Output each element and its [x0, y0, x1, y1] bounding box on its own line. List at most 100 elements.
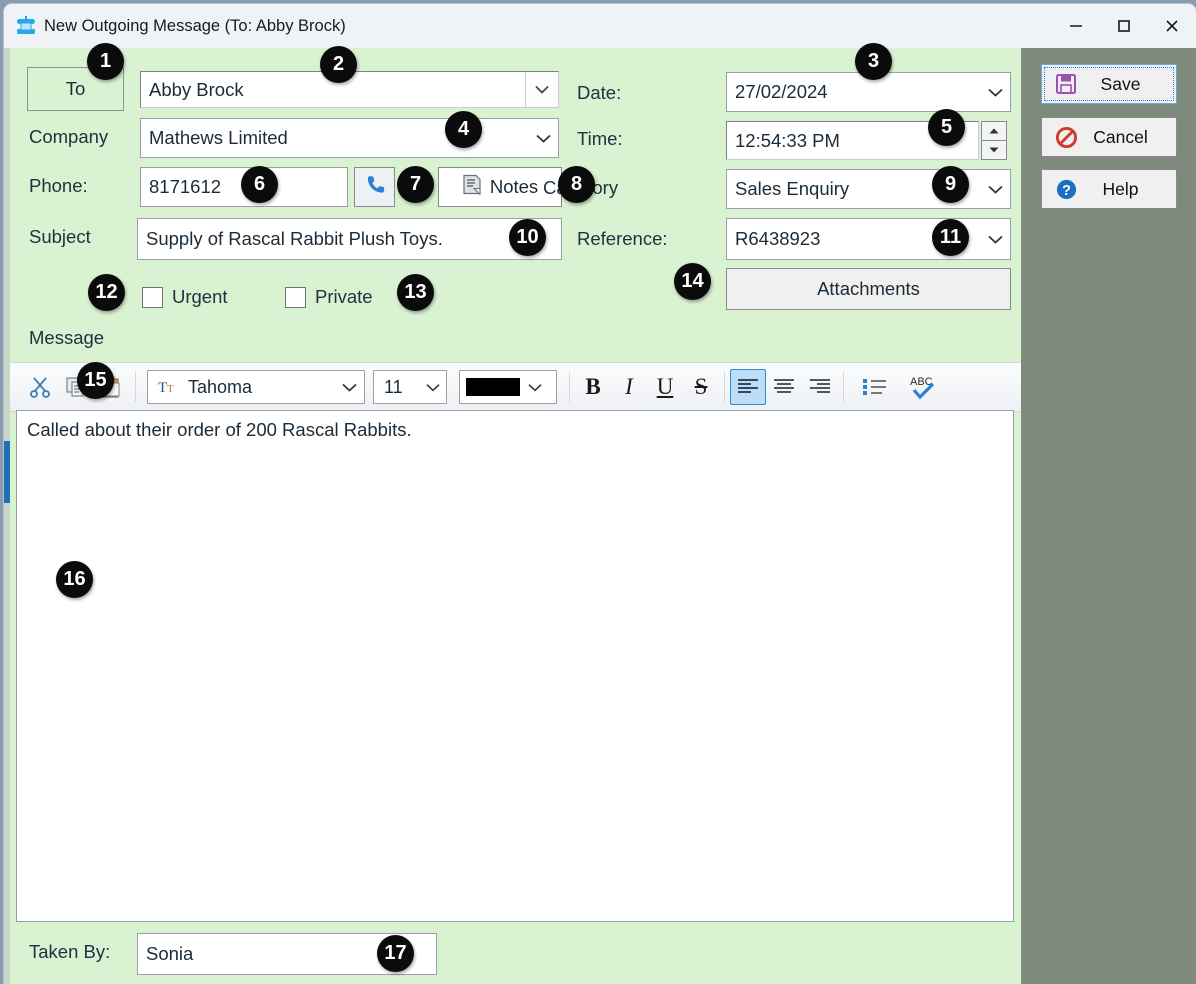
message-body-editor[interactable]: Called about their order of 200 Rascal R…	[16, 410, 1014, 922]
save-button-label: Save	[1100, 73, 1141, 94]
time-label: Time:	[577, 128, 623, 149]
question-mark-help-icon: ?	[1051, 178, 1081, 201]
attachments-button[interactable]: Attachments	[726, 268, 1011, 310]
align-center-icon[interactable]	[766, 369, 802, 405]
annotation-badge-7: 7	[397, 166, 434, 203]
company-dropdown-chevron-icon[interactable]	[528, 134, 558, 143]
company-label: Company	[29, 126, 109, 147]
svg-text:?: ?	[1062, 182, 1071, 198]
cancel-button-label: Cancel	[1093, 126, 1148, 147]
private-checkbox-row[interactable]: Private	[285, 286, 373, 308]
action-buttons-panel: Save Cancel ? Help	[1021, 48, 1196, 984]
cancel-button[interactable]: Cancel	[1041, 117, 1177, 157]
urgent-checkbox-row[interactable]: Urgent	[142, 286, 228, 308]
notes-document-icon	[462, 174, 482, 200]
annotation-badge-16: 16	[56, 561, 93, 598]
annotation-badge-11: 11	[932, 219, 969, 256]
bold-button[interactable]: B	[575, 369, 611, 405]
subject-input[interactable]: Supply of Rascal Rabbit Plush Toys.	[137, 218, 562, 260]
align-right-icon[interactable]	[802, 369, 838, 405]
annotation-badge-10: 10	[509, 219, 546, 256]
company-combobox[interactable]: Mathews Limited	[140, 118, 559, 158]
date-value: 27/02/2024	[735, 81, 828, 102]
save-button[interactable]: Save	[1041, 64, 1177, 104]
subject-label: Subject	[29, 226, 91, 247]
notes-button-label: Notes	[489, 176, 539, 197]
annotation-badge-12: 12	[88, 274, 125, 311]
annotation-badge-1: 1	[87, 43, 124, 80]
maximize-button[interactable]	[1100, 4, 1148, 48]
date-label: Date:	[577, 82, 622, 103]
annotation-badge-13: 13	[397, 274, 434, 311]
window-title: New Outgoing Message (To: Abby Brock)	[44, 17, 346, 35]
phone-label: Phone:	[29, 175, 88, 196]
time-spinner-down-button[interactable]	[981, 141, 1007, 160]
toolbar-divider-3	[724, 372, 725, 402]
message-body-text: Called about their order of 200 Rascal R…	[27, 419, 412, 440]
help-button[interactable]: ? Help	[1041, 169, 1177, 209]
align-left-icon[interactable]	[730, 369, 766, 405]
annotation-badge-9: 9	[932, 166, 969, 203]
dial-phone-button[interactable]	[354, 167, 395, 207]
scissors-cut-icon[interactable]	[22, 369, 58, 405]
font-family-chevron-icon[interactable]	[334, 383, 364, 392]
annotation-badge-15: 15	[77, 362, 114, 399]
window-controls	[1052, 4, 1196, 48]
font-size-chevron-icon[interactable]	[420, 383, 446, 392]
spellcheck-abc-icon[interactable]: ABC	[905, 369, 941, 405]
annotation-badge-17: 17	[377, 935, 414, 972]
bullet-list-icon[interactable]	[857, 369, 893, 405]
screenshot-root: New Outgoing Message (To: Abby Brock) To	[0, 0, 1196, 984]
date-dropdown-chevron-icon[interactable]	[980, 88, 1010, 97]
subject-value: Supply of Rascal Rabbit Plush Toys.	[146, 228, 443, 249]
italic-button[interactable]: I	[611, 369, 647, 405]
font-family-value: Tahoma	[188, 376, 253, 397]
toolbar-divider-2	[569, 372, 570, 402]
annotation-badge-6: 6	[241, 166, 278, 203]
toolbar-divider-4	[843, 372, 844, 402]
svg-text:T: T	[167, 383, 174, 395]
attachments-button-label: Attachments	[817, 278, 920, 299]
category-dropdown-chevron-icon[interactable]	[980, 185, 1010, 194]
application-window: New Outgoing Message (To: Abby Brock) To	[4, 4, 1196, 984]
text-color-swatch	[466, 378, 520, 396]
font-family-combobox[interactable]: T T Tahoma	[147, 370, 365, 404]
editor-toolbar: T T Tahoma 11 B I U S ABC	[10, 362, 1021, 412]
font-size-value: 11	[384, 376, 403, 397]
text-color-chevron-icon[interactable]	[520, 383, 550, 392]
reference-dropdown-chevron-icon[interactable]	[980, 235, 1010, 244]
phone-handset-icon	[364, 174, 386, 201]
strikethrough-button[interactable]: S	[683, 369, 719, 405]
help-button-label: Help	[1102, 178, 1139, 199]
private-checkbox[interactable]	[285, 286, 306, 308]
taken-by-label: Taken By:	[29, 941, 111, 962]
floppy-disk-save-icon	[1051, 73, 1081, 95]
close-button[interactable]	[1148, 4, 1196, 48]
message-label: Message	[29, 327, 105, 348]
urgent-label: Urgent	[172, 286, 228, 307]
to-button-label: To	[65, 78, 86, 99]
font-tt-icon: T T	[158, 378, 178, 396]
minimize-button[interactable]	[1052, 4, 1100, 48]
text-color-picker[interactable]	[459, 370, 557, 404]
prohibition-cancel-icon	[1051, 126, 1081, 149]
urgent-checkbox[interactable]	[142, 286, 163, 308]
font-size-combobox[interactable]: 11	[373, 370, 447, 404]
annotation-badge-2: 2	[320, 46, 357, 83]
annotation-badge-14: 14	[674, 263, 711, 300]
toolbar-divider	[135, 372, 136, 402]
annotation-badge-5: 5	[928, 109, 965, 146]
telephone-icon	[15, 15, 37, 37]
private-label: Private	[315, 286, 373, 307]
time-spinner-up-button[interactable]	[981, 121, 1007, 141]
underline-button[interactable]: U	[647, 369, 683, 405]
left-edge-strip	[4, 48, 10, 984]
to-dropdown-button[interactable]	[525, 72, 558, 107]
title-bar: New Outgoing Message (To: Abby Brock)	[4, 4, 1196, 48]
time-spinner[interactable]	[981, 121, 1007, 160]
left-edge-indicator	[4, 441, 10, 503]
annotation-badge-3: 3	[855, 43, 892, 80]
reference-label: Reference:	[577, 228, 668, 249]
annotation-badge-8: 8	[558, 166, 595, 203]
svg-text:T: T	[158, 380, 167, 396]
